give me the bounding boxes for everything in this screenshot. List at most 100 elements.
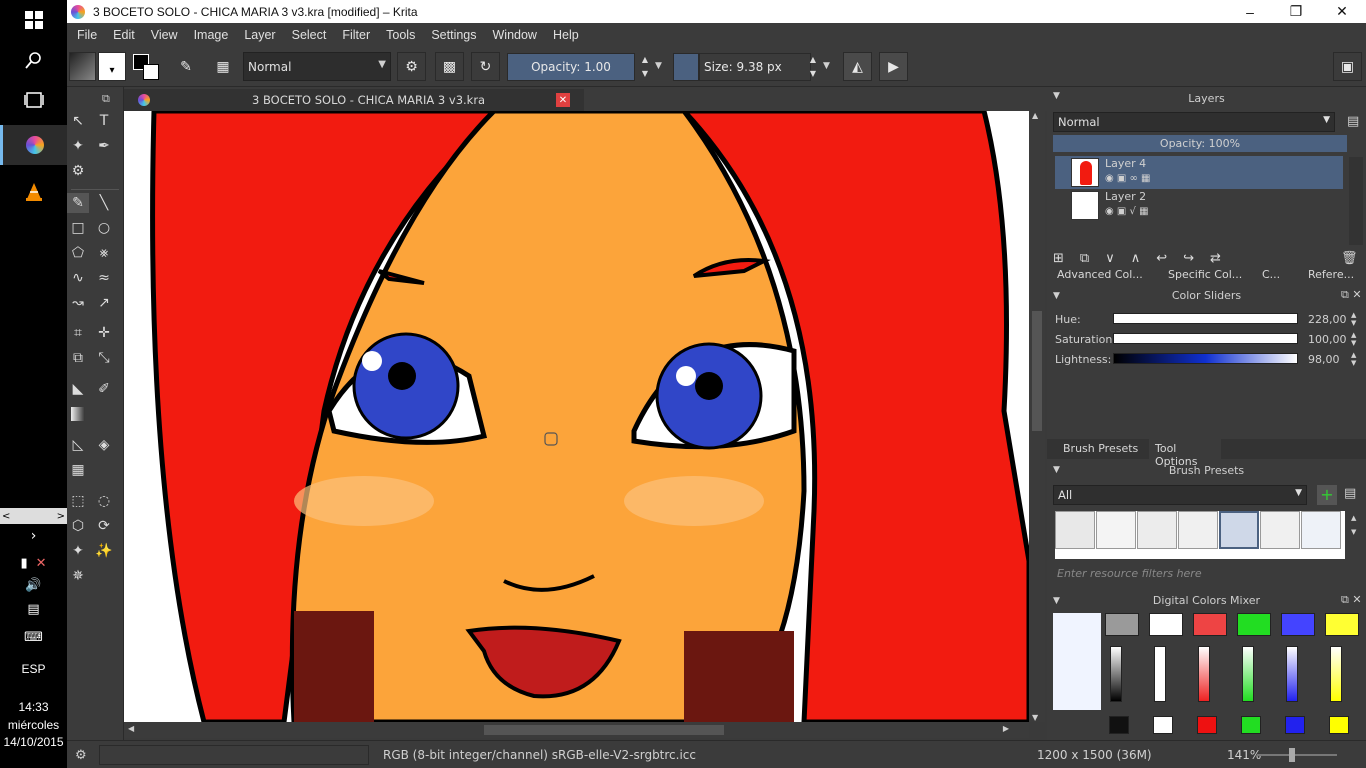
mixer-base-color[interactable]	[1197, 716, 1217, 734]
resource-filter-input[interactable]: Enter resource filters here	[1057, 567, 1202, 580]
grid-tool-icon[interactable]: ▦	[67, 460, 89, 480]
battery-icon[interactable]: ▮	[20, 556, 27, 571]
background-color-swatch[interactable]	[143, 64, 159, 80]
tab-tool-options[interactable]: Tool Options	[1149, 439, 1221, 468]
menu-filter[interactable]: Filter	[334, 28, 378, 42]
mixer-base-color[interactable]	[1109, 716, 1129, 734]
layer-item-layer-2[interactable]: Layer 2 ◉ ▣ √ ▦	[1055, 189, 1343, 222]
keyboard-icon[interactable]: ⌨	[24, 630, 43, 645]
opacity-slider[interactable]: Opacity: 1.00	[507, 53, 635, 81]
krita-taskbar-icon[interactable]	[0, 125, 67, 165]
hue-spinner[interactable]: ▲ ▼	[1351, 311, 1356, 327]
float-docker-icon[interactable]: ⧉	[102, 92, 110, 106]
mixer-base-color[interactable]	[1153, 716, 1173, 734]
layer-item-layer-4[interactable]: Layer 4 ◉ ▣ ∞ ▦	[1055, 156, 1343, 189]
saturation-slider[interactable]	[1113, 333, 1298, 344]
similar-select-tool-icon[interactable]: ✨	[93, 541, 115, 561]
vertical-scroll-thumb[interactable]	[1032, 311, 1042, 431]
brush-filter-combo[interactable]: All ▼	[1053, 485, 1307, 505]
menu-view[interactable]: View	[143, 28, 186, 42]
mixer-swatch[interactable]	[1149, 613, 1183, 636]
move-up-icon[interactable]: ∧	[1131, 251, 1157, 266]
brush-preset-item[interactable]	[1055, 511, 1095, 549]
brush-preset-item[interactable]	[1260, 511, 1300, 549]
layer-properties-icon[interactable]: ↩	[1156, 251, 1183, 266]
brush-options-grid-icon[interactable]: ▦	[208, 52, 238, 81]
layer-menu-icon[interactable]: ↪	[1183, 251, 1210, 266]
mixer-base-color[interactable]	[1285, 716, 1305, 734]
layer-blend-mode-combo[interactable]: Normal ▼	[1053, 112, 1335, 132]
windows-start-icon[interactable]	[0, 0, 67, 40]
clock-time[interactable]: 14:33	[0, 700, 67, 714]
menu-file[interactable]: File	[69, 28, 105, 42]
scroll-up-icon[interactable]: ▲	[1032, 111, 1038, 120]
brush-preset-item[interactable]	[1137, 511, 1177, 549]
crop-tool-icon[interactable]: ⌗	[67, 323, 89, 343]
opacity-spinner[interactable]: ▲ ▼	[639, 53, 651, 81]
size-spinner[interactable]: ▲ ▼	[807, 53, 819, 81]
layer-opacity-slider[interactable]: Opacity: 100%	[1053, 135, 1347, 152]
preset-scroll-icon[interactable]: ▲ ▼	[1351, 511, 1356, 539]
lightness-slider[interactable]	[1113, 353, 1298, 364]
menu-help[interactable]: Help	[545, 28, 587, 42]
mixer-slider-white[interactable]	[1154, 646, 1166, 702]
menu-edit[interactable]: Edit	[105, 28, 143, 42]
tab-advanced-color[interactable]: Advanced Col...	[1057, 268, 1143, 286]
layer-name[interactable]: Layer 4	[1105, 157, 1146, 170]
eraser-mode-icon[interactable]: ⚙	[397, 52, 426, 81]
mixer-swatch[interactable]	[1193, 613, 1227, 636]
mixer-base-color[interactable]	[1329, 716, 1349, 734]
scroll-left-icon[interactable]: ◀	[128, 724, 134, 733]
float-docker-icon[interactable]: ⧉ ✕	[1341, 288, 1362, 302]
drawing-canvas[interactable]	[124, 111, 1029, 722]
move-tool-icon[interactable]: ✛	[93, 323, 115, 343]
perspective-grid-tool-icon[interactable]: ◈	[93, 435, 115, 455]
mixer-swatch[interactable]	[1281, 613, 1315, 636]
horizontal-scroll-thumb[interactable]	[484, 725, 724, 735]
float-docker-icon[interactable]: ⧉ ✕	[1341, 593, 1362, 607]
brush-preset-item-selected[interactable]	[1219, 511, 1259, 549]
tab-c[interactable]: C...	[1262, 268, 1280, 286]
close-window-button[interactable]: ✕	[1319, 0, 1365, 23]
menu-layer[interactable]: Layer	[236, 28, 283, 42]
menu-settings[interactable]: Settings	[423, 28, 484, 42]
fg-bg-color-selector[interactable]	[133, 54, 161, 80]
preserve-alpha-icon[interactable]: ▩	[435, 52, 464, 81]
layers-scrollbar[interactable]	[1349, 157, 1363, 245]
vertical-scrollbar[interactable]: ▲ ▼	[1029, 111, 1045, 722]
menu-window[interactable]: Window	[485, 28, 545, 42]
tab-reference[interactable]: Refere...	[1308, 268, 1354, 286]
edit-shapes-tool-icon[interactable]: ✦	[67, 136, 89, 156]
mixer-swatch[interactable]	[1325, 613, 1359, 636]
horizontal-scrollbar[interactable]: ◀ ▶	[124, 722, 1029, 738]
restore-button[interactable]: ❐	[1273, 0, 1319, 23]
zoom-slider-handle[interactable]	[1289, 748, 1295, 762]
workspace-chooser-icon[interactable]: ▣	[1333, 52, 1362, 81]
action-center-icon[interactable]: ▤	[27, 602, 39, 617]
dynamic-brush-tool-icon[interactable]: ↝	[67, 293, 89, 313]
bezier-select-tool-icon[interactable]: ✵	[67, 566, 89, 586]
select-shapes-tool-icon[interactable]: ↖	[67, 111, 89, 131]
menu-select[interactable]: Select	[284, 28, 335, 42]
layer-properties-icon[interactable]: ▤	[1347, 114, 1359, 129]
mixer-slider-yellow[interactable]	[1330, 646, 1342, 702]
brush-preset-item[interactable]	[1301, 511, 1341, 549]
color-picker-tool-icon[interactable]: ✐	[93, 379, 115, 399]
task-view-icon[interactable]	[0, 80, 67, 120]
fill-tool-icon[interactable]: ◣	[67, 379, 89, 399]
brush-status-icon[interactable]: ⚙	[75, 745, 87, 765]
chevron-down-icon[interactable]: ▼	[655, 61, 662, 71]
rect-select-tool-icon[interactable]: ⬚	[67, 491, 89, 511]
brush-preset-grid[interactable]	[1055, 511, 1345, 559]
rectangle-tool-icon[interactable]: □	[67, 218, 89, 238]
chevron-right-icon[interactable]: ›	[0, 518, 67, 554]
hue-value[interactable]: 228,00	[1308, 313, 1347, 326]
menu-tools[interactable]: Tools	[378, 28, 423, 42]
size-slider-handle[interactable]	[673, 53, 699, 81]
mixer-base-color[interactable]	[1241, 716, 1261, 734]
measure-tool-icon[interactable]: ⤡	[93, 348, 115, 368]
brush-preset-item[interactable]	[1178, 511, 1218, 549]
search-icon[interactable]	[0, 40, 67, 80]
zoom-slider-track[interactable]	[1257, 754, 1337, 756]
lightness-value[interactable]: 98,00	[1308, 353, 1340, 366]
